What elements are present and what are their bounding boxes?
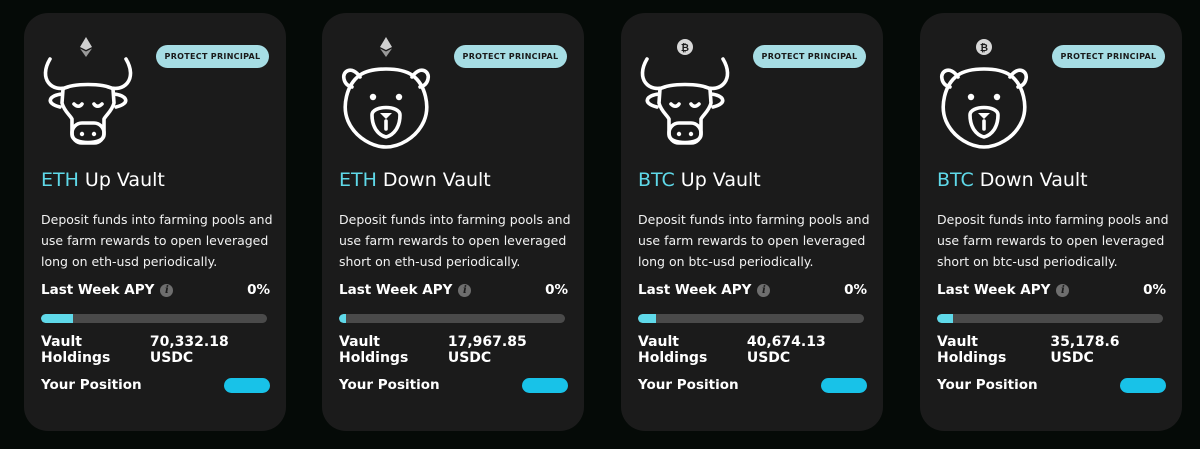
holdings-value: 35,178.6 USDC xyxy=(1050,334,1120,366)
protect-principal-badge: PROTECT PRINCIPAL xyxy=(753,45,866,68)
vault-title: BTC Up Vault xyxy=(638,169,761,191)
apy-progress-fill xyxy=(638,314,657,323)
apy-row: Last Week APY i 0% xyxy=(41,282,270,298)
apy-label: Last Week APY xyxy=(937,282,1051,298)
position-pill[interactable] xyxy=(1120,377,1166,393)
protect-principal-badge: PROTECT PRINCIPAL xyxy=(156,45,269,68)
position-row: Your Position xyxy=(339,377,568,393)
position-row: Your Position xyxy=(41,377,270,393)
apy-progress-fill xyxy=(339,314,346,323)
apy-label: Last Week APY xyxy=(638,282,752,298)
apy-value: 0% xyxy=(844,282,867,298)
vault-description: Deposit funds into farming pools and use… xyxy=(339,212,571,269)
holdings-value: 70,332.18 USDC xyxy=(149,334,229,366)
btc-coin-icon: ₿ xyxy=(976,39,992,55)
position-row: Your Position xyxy=(937,377,1166,393)
protect-principal-badge: PROTECT PRINCIPAL xyxy=(454,45,567,68)
holdings-label: Vault Holdings xyxy=(339,334,409,366)
apy-progress-bar xyxy=(41,314,267,323)
apy-row: Last Week APY i 0% xyxy=(937,282,1166,298)
info-icon[interactable]: i xyxy=(160,283,174,297)
position-pill[interactable] xyxy=(522,377,568,393)
protect-principal-badge: PROTECT PRINCIPAL xyxy=(1052,45,1165,68)
vault-card-eth-down[interactable]: PROTECT PRINCIPAL ETH Down Vault Deposit… xyxy=(322,13,584,431)
apy-value: 0% xyxy=(247,282,270,298)
holdings-label: Vault Holdings xyxy=(41,334,111,366)
vault-asset: ETH xyxy=(41,169,79,191)
holdings-row: Vault Holdings 40,674.13 USDC xyxy=(638,334,867,366)
apy-progress-fill xyxy=(41,314,73,323)
bull-icon: ₿ xyxy=(635,39,735,149)
vault-name: Up Vault xyxy=(680,169,761,191)
apy-label: Last Week APY xyxy=(339,282,453,298)
holdings-label: Vault Holdings xyxy=(937,334,1007,366)
vault-card-btc-up[interactable]: PROTECT PRINCIPAL ₿ BTC Up Vault Deposit… xyxy=(621,13,883,431)
position-pill[interactable] xyxy=(224,377,270,393)
eth-coin-icon xyxy=(380,37,392,57)
holdings-row: Vault Holdings 35,178.6 USDC xyxy=(937,334,1166,366)
position-label: Your Position xyxy=(937,377,1038,393)
vault-description: Deposit funds into farming pools and use… xyxy=(41,212,273,269)
svg-text:₿: ₿ xyxy=(980,42,988,54)
apy-progress-bar xyxy=(937,314,1163,323)
holdings-row: Vault Holdings 70,332.18 USDC xyxy=(41,334,270,366)
info-icon[interactable]: i xyxy=(1056,283,1070,297)
apy-row: Last Week APY i 0% xyxy=(638,282,867,298)
position-pill[interactable] xyxy=(821,377,867,393)
bull-icon xyxy=(38,37,138,149)
vault-asset: BTC xyxy=(937,169,974,191)
apy-label: Last Week APY xyxy=(41,282,155,298)
position-row: Your Position xyxy=(638,377,867,393)
vault-title: ETH Down Vault xyxy=(339,169,491,191)
bear-icon: ₿ xyxy=(934,39,1034,149)
vault-name: Down Vault xyxy=(382,169,491,191)
holdings-label: Vault Holdings xyxy=(638,334,708,366)
apy-value: 0% xyxy=(1143,282,1166,298)
info-icon[interactable]: i xyxy=(757,283,771,297)
position-label: Your Position xyxy=(41,377,142,393)
vault-description: Deposit funds into farming pools and use… xyxy=(638,212,870,269)
position-label: Your Position xyxy=(339,377,440,393)
apy-value: 0% xyxy=(545,282,568,298)
vault-card-eth-up[interactable]: PROTECT PRINCIPAL ETH Up Vault Deposit f… xyxy=(24,13,286,431)
holdings-value: 40,674.13 USDC xyxy=(746,334,826,366)
apy-progress-bar xyxy=(339,314,565,323)
info-icon[interactable]: i xyxy=(458,283,472,297)
vault-asset: ETH xyxy=(339,169,377,191)
holdings-value: 17,967.85 USDC xyxy=(447,334,527,366)
apy-progress-fill xyxy=(937,314,953,323)
vault-title: BTC Down Vault xyxy=(937,169,1088,191)
holdings-row: Vault Holdings 17,967.85 USDC xyxy=(339,334,568,366)
position-label: Your Position xyxy=(638,377,739,393)
apy-progress-bar xyxy=(638,314,864,323)
btc-coin-icon: ₿ xyxy=(677,39,693,55)
vault-description: Deposit funds into farming pools and use… xyxy=(937,212,1169,269)
vault-name: Down Vault xyxy=(979,169,1088,191)
vault-asset: BTC xyxy=(638,169,675,191)
apy-row: Last Week APY i 0% xyxy=(339,282,568,298)
svg-text:₿: ₿ xyxy=(681,42,689,54)
bear-icon xyxy=(336,37,436,149)
vault-name: Up Vault xyxy=(84,169,165,191)
vault-title: ETH Up Vault xyxy=(41,169,165,191)
vault-card-btc-down[interactable]: PROTECT PRINCIPAL ₿ BTC Down Vault Depos… xyxy=(920,13,1182,431)
eth-coin-icon xyxy=(80,37,92,57)
